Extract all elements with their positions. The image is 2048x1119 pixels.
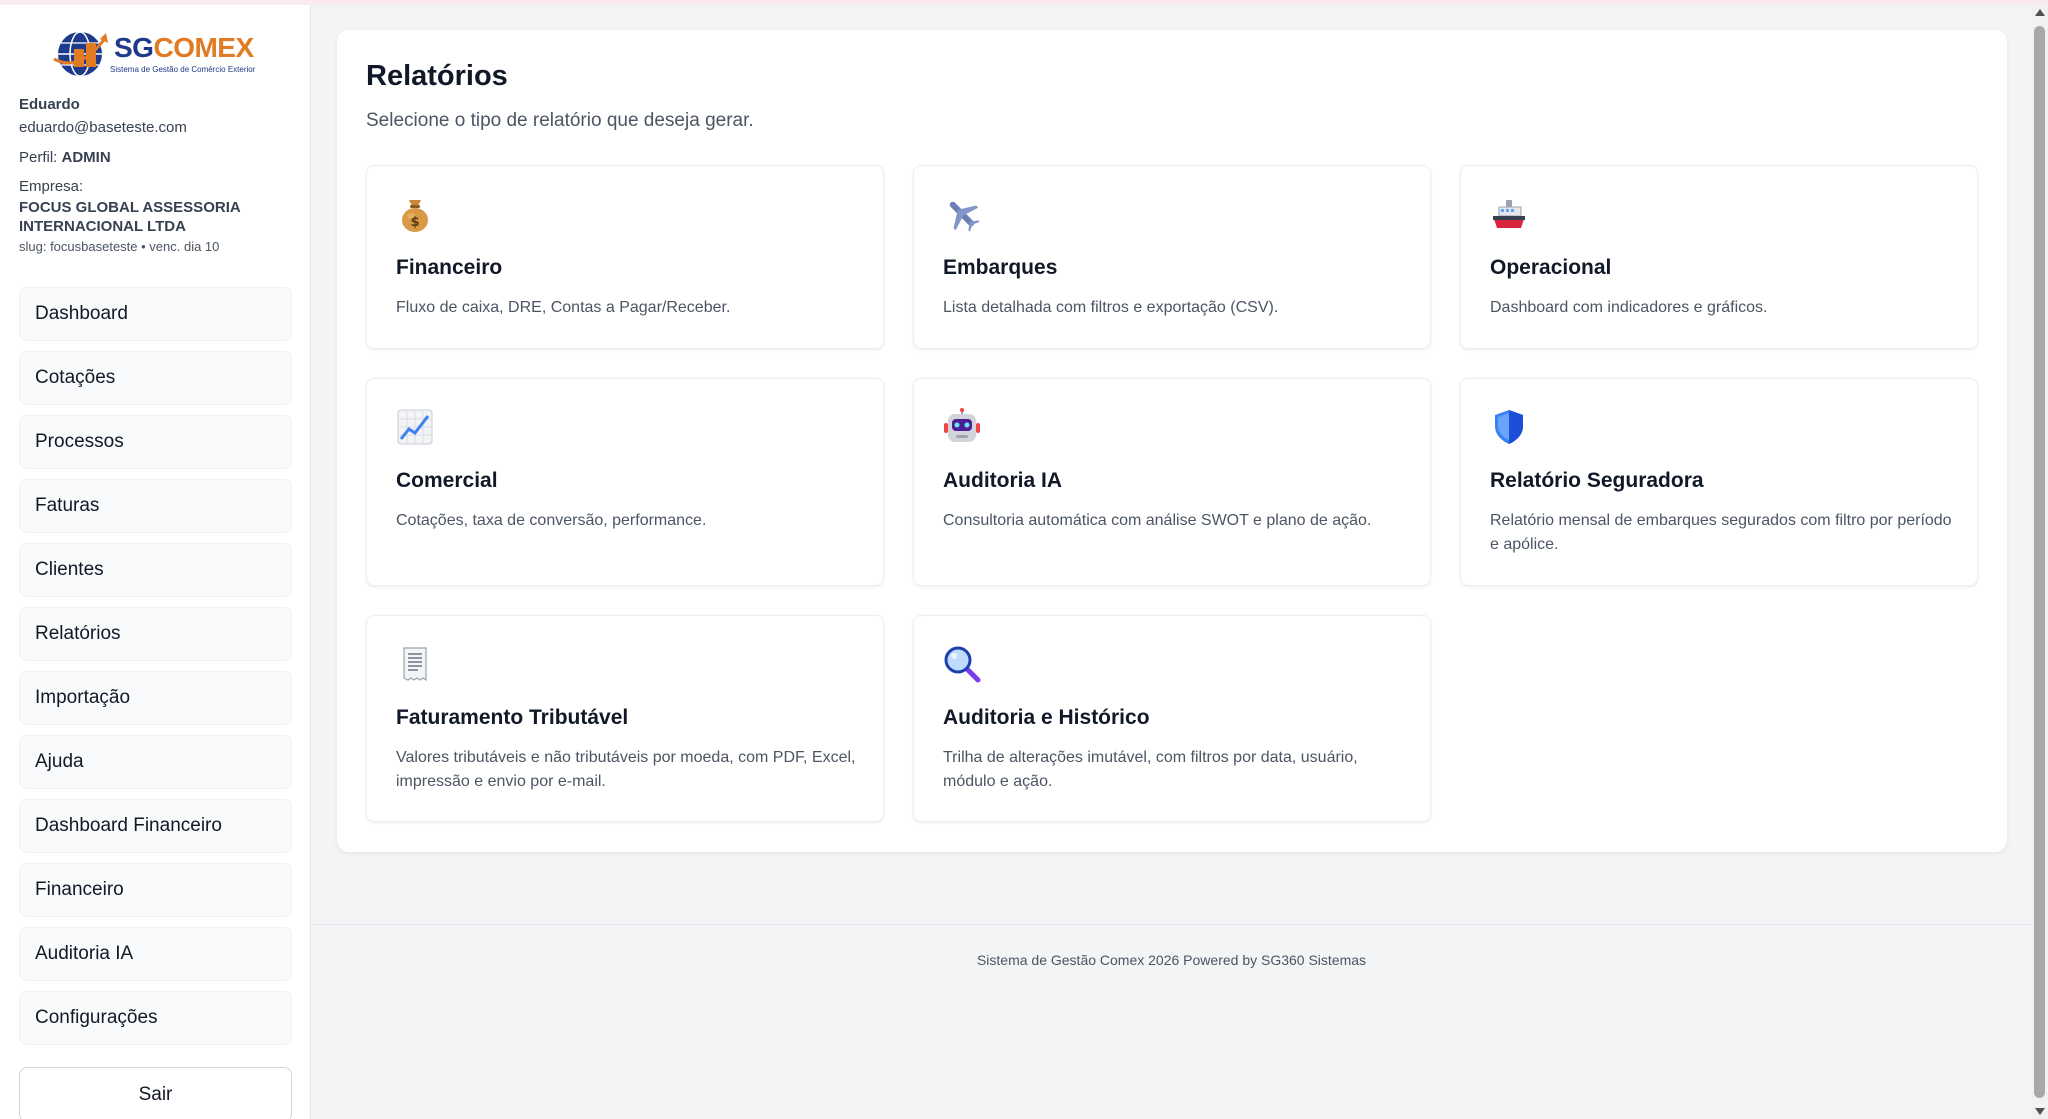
report-card-auditoria-historico[interactable]: Auditoria e Histórico Trilha de alteraçõ… (913, 615, 1431, 822)
chart-increasing-icon (397, 409, 433, 445)
card-title: Operacional (1490, 256, 1612, 279)
report-card-embarques[interactable]: Embarques Lista detalhada com filtros e … (913, 165, 1431, 349)
scroll-up-arrow-icon[interactable] (2035, 9, 2045, 16)
card-description: Fluxo de caixa, DRE, Contas a Pagar/Rece… (396, 299, 731, 316)
sidebar-item-auditoria-ia[interactable]: Auditoria IA (19, 927, 292, 981)
vertical-scrollbar[interactable] (2031, 5, 2048, 1119)
user-email: eduardo@baseteste.com (19, 119, 187, 136)
card-title: Comercial (396, 469, 498, 492)
sidebar-item-configuracoes[interactable]: Configurações (19, 991, 292, 1045)
card-title: Auditoria IA (943, 469, 1062, 492)
card-title: Embarques (943, 256, 1058, 279)
sgcomex-logo: SGCOMEX Sistema de Gestão de Comércio Ex… (52, 27, 262, 81)
card-description: Trilha de alterações imutável, com filtr… (943, 749, 1358, 790)
page-title: Relatórios (366, 60, 508, 92)
globe-logo-icon (53, 31, 108, 77)
brand-tagline: Sistema de Gestão de Comércio Exterior (110, 65, 256, 74)
page-subtitle: Selecione o tipo de relatório que deseja… (366, 110, 754, 131)
scrollbar-thumb[interactable] (2034, 26, 2045, 1098)
report-card-relatorio-seguradora[interactable]: Relatório Seguradora Relatório mensal de… (1460, 378, 1978, 586)
brand-comex: COMEX (153, 32, 254, 63)
sidebar-item-clientes[interactable]: Clientes (19, 543, 292, 597)
brand-name: SGCOMEX (114, 33, 254, 63)
sidebar-item-ajuda[interactable]: Ajuda (19, 735, 292, 789)
card-title: Auditoria e Histórico (943, 706, 1150, 729)
card-description: Lista detalhada com filtros e exportação… (943, 299, 1279, 316)
company-slug: slug: focusbaseteste • venc. dia 10 (19, 239, 220, 254)
report-card-operacional[interactable]: Operacional Dashboard com indicadores e … (1460, 165, 1978, 349)
footer-text: Sistema de Gestão Comex 2026 Powered by … (976, 952, 1367, 968)
card-title: Faturamento Tributável (396, 706, 629, 729)
profile-label: Perfil: (19, 149, 58, 166)
sidebar-item-dashboard-financeiro[interactable]: Dashboard Financeiro (19, 799, 292, 853)
company-label: Empresa: (19, 178, 84, 195)
sidebar-item-relatorios[interactable]: Relatórios (19, 607, 292, 661)
reports-panel: Relatórios Selecione o tipo de relatório… (337, 30, 2007, 852)
user-profile: Perfil: ADMIN (19, 146, 299, 169)
ship-icon (1493, 200, 1525, 228)
card-title: Relatório Seguradora (1490, 469, 1704, 492)
sidebar-item-cotacoes[interactable]: Cotações (19, 351, 292, 405)
sidebar-item-processos[interactable]: Processos (19, 415, 292, 469)
report-card-faturamento-tributavel[interactable]: Faturamento Tributável Valores tributáve… (366, 615, 884, 822)
profile-value: ADMIN (61, 149, 111, 166)
svg-text:$: $ (410, 215, 419, 230)
card-description: Relatório mensal de embarques segurados … (1490, 512, 1952, 553)
report-card-comercial[interactable]: Comercial Cotações, taxa de conversão, p… (366, 378, 884, 586)
sidebar-item-importacao[interactable]: Importação (19, 671, 292, 725)
card-title: Financeiro (396, 256, 503, 279)
receipt-icon (403, 647, 427, 682)
scroll-down-arrow-icon[interactable] (2035, 1108, 2045, 1115)
card-description: Consultoria automática com análise SWOT … (943, 512, 1372, 529)
report-card-auditoria-ia[interactable]: Auditoria IA Consultoria automática com … (913, 378, 1431, 586)
logout-button[interactable]: Sair (19, 1067, 292, 1119)
sidebar-item-financeiro[interactable]: Financeiro (19, 863, 292, 917)
company-name: FOCUS GLOBAL ASSESSORIA INTERNACIONAL LT… (19, 199, 241, 235)
sidebar: SGCOMEX Sistema de Gestão de Comércio Ex… (0, 5, 311, 1119)
sidebar-item-dashboard[interactable]: Dashboard (19, 287, 292, 341)
card-description: Valores tributáveis e não tributáveis po… (396, 749, 856, 790)
page-footer: Sistema de Gestão Comex 2026 Powered by … (312, 924, 2031, 1119)
card-description: Dashboard com indicadores e gráficos. (1490, 299, 1768, 316)
brand-sg: SG (114, 32, 154, 63)
airplane-icon (949, 201, 980, 232)
sidebar-item-faturas[interactable]: Faturas (19, 479, 292, 533)
magnifying-glass-icon (944, 646, 981, 683)
report-card-financeiro[interactable]: $ Financeiro Fluxo de caixa, DRE, Contas… (366, 165, 884, 349)
sidebar-nav: Dashboard Cotações Processos Faturas Cli… (19, 287, 292, 1055)
user-info: Eduardo eduardo@baseteste.com Perfil: AD… (19, 93, 299, 256)
card-description: Cotações, taxa de conversão, performance… (396, 512, 707, 529)
shield-icon (1495, 410, 1523, 444)
user-name: Eduardo (19, 96, 80, 113)
robot-icon (944, 408, 980, 442)
money-bag-icon: $ (402, 200, 428, 232)
